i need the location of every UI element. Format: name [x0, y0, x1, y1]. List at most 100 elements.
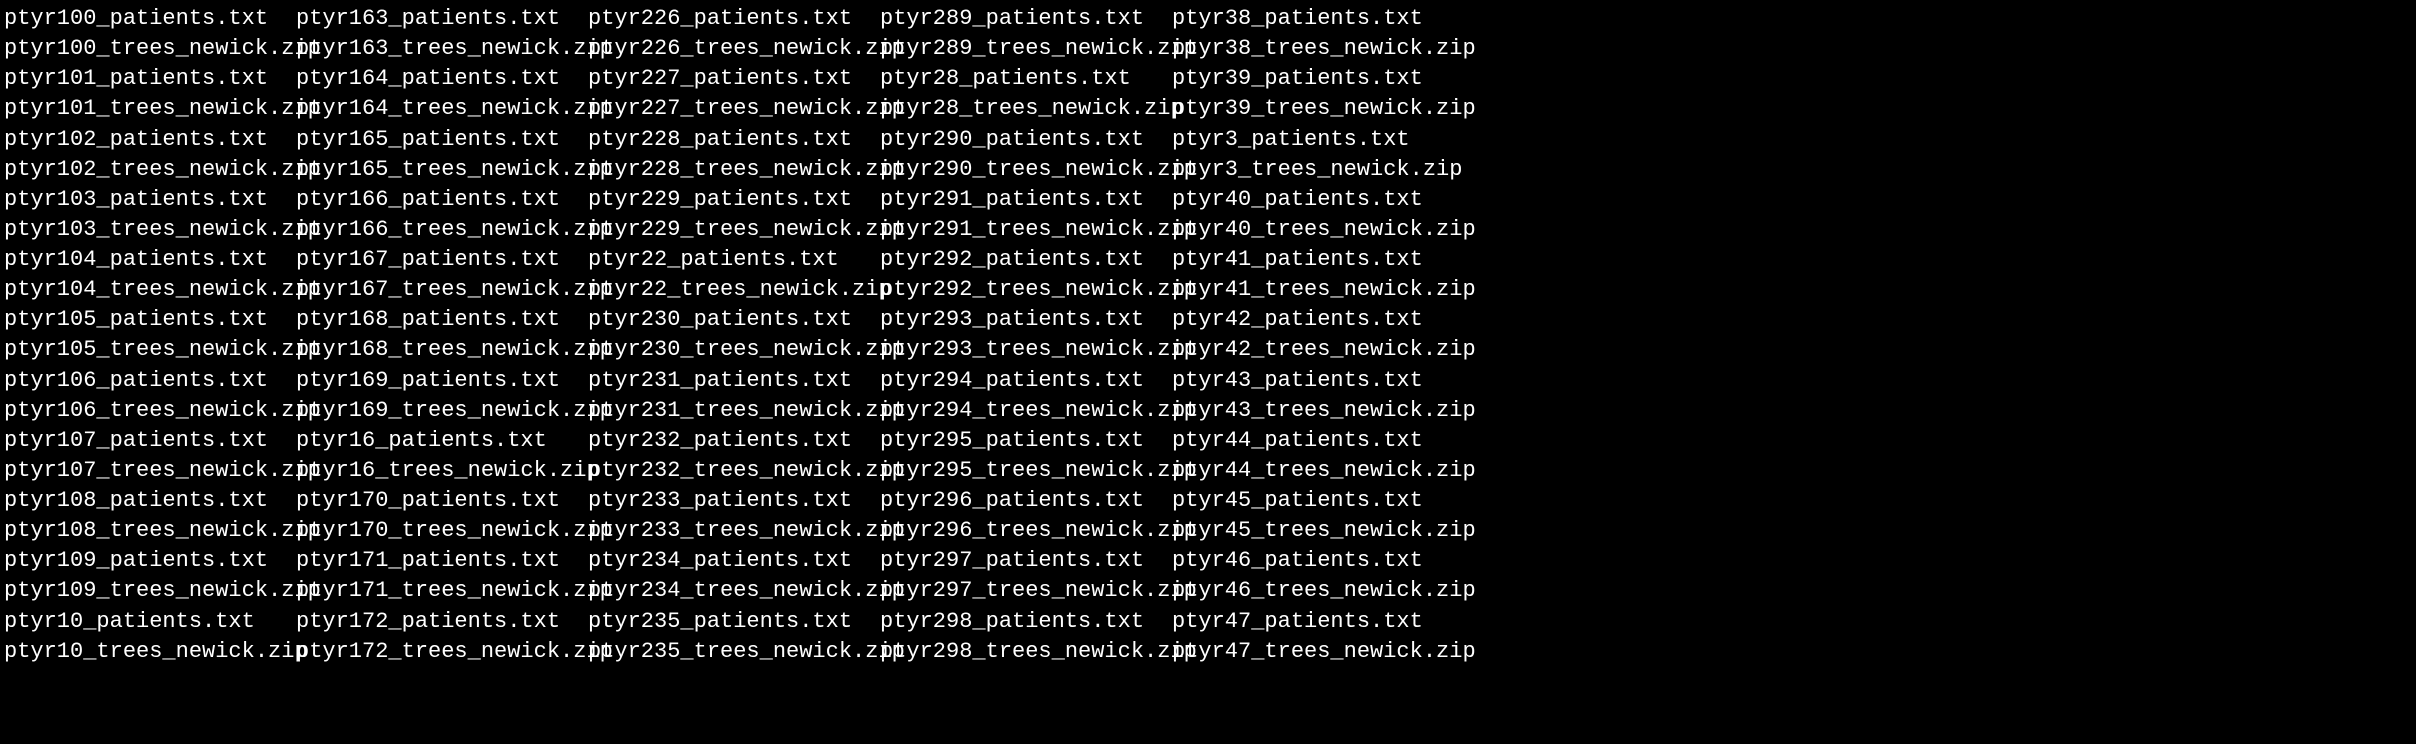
file-item[interactable]: ptyr291_trees_newick.zip: [880, 215, 1172, 245]
file-item[interactable]: ptyr16_trees_newick.zip: [296, 456, 588, 486]
file-item[interactable]: ptyr108_trees_newick.zip: [4, 516, 296, 546]
file-item[interactable]: ptyr291_patients.txt: [880, 185, 1172, 215]
file-item[interactable]: ptyr103_trees_newick.zip: [4, 215, 296, 245]
file-item[interactable]: ptyr45_trees_newick.zip: [1172, 516, 1464, 546]
file-item[interactable]: ptyr235_patients.txt: [588, 607, 880, 637]
file-item[interactable]: ptyr170_trees_newick.zip: [296, 516, 588, 546]
file-item[interactable]: ptyr43_trees_newick.zip: [1172, 396, 1464, 426]
file-item[interactable]: ptyr101_trees_newick.zip: [4, 94, 296, 124]
file-item[interactable]: ptyr10_trees_newick.zip: [4, 637, 296, 667]
file-item[interactable]: ptyr292_patients.txt: [880, 245, 1172, 275]
file-item[interactable]: ptyr297_patients.txt: [880, 546, 1172, 576]
file-item[interactable]: ptyr298_patients.txt: [880, 607, 1172, 637]
file-item[interactable]: ptyr46_trees_newick.zip: [1172, 576, 1464, 606]
file-item[interactable]: ptyr28_trees_newick.zip: [880, 94, 1172, 124]
file-item[interactable]: ptyr40_patients.txt: [1172, 185, 1464, 215]
file-item[interactable]: ptyr227_patients.txt: [588, 64, 880, 94]
file-item[interactable]: ptyr106_trees_newick.zip: [4, 396, 296, 426]
file-item[interactable]: ptyr171_trees_newick.zip: [296, 576, 588, 606]
file-item[interactable]: ptyr169_patients.txt: [296, 366, 588, 396]
file-item[interactable]: ptyr164_patients.txt: [296, 64, 588, 94]
file-item[interactable]: ptyr290_patients.txt: [880, 125, 1172, 155]
file-item[interactable]: ptyr103_patients.txt: [4, 185, 296, 215]
file-item[interactable]: ptyr290_trees_newick.zip: [880, 155, 1172, 185]
file-item[interactable]: ptyr234_patients.txt: [588, 546, 880, 576]
file-item[interactable]: ptyr22_patients.txt: [588, 245, 880, 275]
file-item[interactable]: ptyr28_patients.txt: [880, 64, 1172, 94]
file-item[interactable]: ptyr289_trees_newick.zip: [880, 34, 1172, 64]
file-item[interactable]: ptyr47_trees_newick.zip: [1172, 637, 1464, 667]
file-item[interactable]: ptyr232_trees_newick.zip: [588, 456, 880, 486]
file-item[interactable]: ptyr226_trees_newick.zip: [588, 34, 880, 64]
file-item[interactable]: ptyr229_patients.txt: [588, 185, 880, 215]
file-item[interactable]: ptyr38_trees_newick.zip: [1172, 34, 1464, 64]
file-item[interactable]: ptyr106_patients.txt: [4, 366, 296, 396]
file-item[interactable]: ptyr296_patients.txt: [880, 486, 1172, 516]
file-item[interactable]: ptyr164_trees_newick.zip: [296, 94, 588, 124]
file-item[interactable]: ptyr40_trees_newick.zip: [1172, 215, 1464, 245]
file-item[interactable]: ptyr102_patients.txt: [4, 125, 296, 155]
file-item[interactable]: ptyr295_patients.txt: [880, 426, 1172, 456]
file-item[interactable]: ptyr163_trees_newick.zip: [296, 34, 588, 64]
file-item[interactable]: ptyr230_trees_newick.zip: [588, 335, 880, 365]
file-item[interactable]: ptyr109_patients.txt: [4, 546, 296, 576]
file-item[interactable]: ptyr232_patients.txt: [588, 426, 880, 456]
file-item[interactable]: ptyr172_patients.txt: [296, 607, 588, 637]
file-item[interactable]: ptyr227_trees_newick.zip: [588, 94, 880, 124]
file-item[interactable]: ptyr233_trees_newick.zip: [588, 516, 880, 546]
file-item[interactable]: ptyr46_patients.txt: [1172, 546, 1464, 576]
file-item[interactable]: ptyr108_patients.txt: [4, 486, 296, 516]
file-item[interactable]: ptyr171_patients.txt: [296, 546, 588, 576]
file-item[interactable]: ptyr165_trees_newick.zip: [296, 155, 588, 185]
file-item[interactable]: ptyr168_patients.txt: [296, 305, 588, 335]
file-item[interactable]: ptyr228_patients.txt: [588, 125, 880, 155]
file-item[interactable]: ptyr163_patients.txt: [296, 4, 588, 34]
file-item[interactable]: ptyr101_patients.txt: [4, 64, 296, 94]
file-item[interactable]: ptyr3_trees_newick.zip: [1172, 155, 1464, 185]
file-item[interactable]: ptyr234_trees_newick.zip: [588, 576, 880, 606]
file-item[interactable]: ptyr167_trees_newick.zip: [296, 275, 588, 305]
file-item[interactable]: ptyr165_patients.txt: [296, 125, 588, 155]
file-item[interactable]: ptyr44_patients.txt: [1172, 426, 1464, 456]
file-item[interactable]: ptyr231_patients.txt: [588, 366, 880, 396]
file-item[interactable]: ptyr289_patients.txt: [880, 4, 1172, 34]
file-item[interactable]: ptyr169_trees_newick.zip: [296, 396, 588, 426]
file-item[interactable]: ptyr172_trees_newick.zip: [296, 637, 588, 667]
file-item[interactable]: ptyr3_patients.txt: [1172, 125, 1464, 155]
file-item[interactable]: ptyr166_trees_newick.zip: [296, 215, 588, 245]
file-item[interactable]: ptyr44_trees_newick.zip: [1172, 456, 1464, 486]
file-item[interactable]: ptyr229_trees_newick.zip: [588, 215, 880, 245]
file-item[interactable]: ptyr297_trees_newick.zip: [880, 576, 1172, 606]
file-item[interactable]: ptyr47_patients.txt: [1172, 607, 1464, 637]
file-item[interactable]: ptyr230_patients.txt: [588, 305, 880, 335]
file-item[interactable]: ptyr105_patients.txt: [4, 305, 296, 335]
file-item[interactable]: ptyr38_patients.txt: [1172, 4, 1464, 34]
file-item[interactable]: ptyr39_trees_newick.zip: [1172, 94, 1464, 124]
file-item[interactable]: ptyr167_patients.txt: [296, 245, 588, 275]
file-item[interactable]: ptyr41_patients.txt: [1172, 245, 1464, 275]
file-item[interactable]: ptyr226_patients.txt: [588, 4, 880, 34]
file-item[interactable]: ptyr100_trees_newick.zip: [4, 34, 296, 64]
file-item[interactable]: ptyr41_trees_newick.zip: [1172, 275, 1464, 305]
file-item[interactable]: ptyr104_trees_newick.zip: [4, 275, 296, 305]
file-item[interactable]: ptyr10_patients.txt: [4, 607, 296, 637]
file-item[interactable]: ptyr170_patients.txt: [296, 486, 588, 516]
file-item[interactable]: ptyr235_trees_newick.zip: [588, 637, 880, 667]
file-item[interactable]: ptyr105_trees_newick.zip: [4, 335, 296, 365]
file-item[interactable]: ptyr45_patients.txt: [1172, 486, 1464, 516]
file-item[interactable]: ptyr42_trees_newick.zip: [1172, 335, 1464, 365]
file-item[interactable]: ptyr39_patients.txt: [1172, 64, 1464, 94]
file-item[interactable]: ptyr293_patients.txt: [880, 305, 1172, 335]
file-item[interactable]: ptyr294_patients.txt: [880, 366, 1172, 396]
file-item[interactable]: ptyr22_trees_newick.zip: [588, 275, 880, 305]
file-item[interactable]: ptyr228_trees_newick.zip: [588, 155, 880, 185]
file-item[interactable]: ptyr107_patients.txt: [4, 426, 296, 456]
file-item[interactable]: ptyr42_patients.txt: [1172, 305, 1464, 335]
file-item[interactable]: ptyr296_trees_newick.zip: [880, 516, 1172, 546]
file-item[interactable]: ptyr166_patients.txt: [296, 185, 588, 215]
file-item[interactable]: ptyr104_patients.txt: [4, 245, 296, 275]
file-item[interactable]: ptyr168_trees_newick.zip: [296, 335, 588, 365]
file-item[interactable]: ptyr293_trees_newick.zip: [880, 335, 1172, 365]
file-item[interactable]: ptyr292_trees_newick.zip: [880, 275, 1172, 305]
file-item[interactable]: ptyr295_trees_newick.zip: [880, 456, 1172, 486]
